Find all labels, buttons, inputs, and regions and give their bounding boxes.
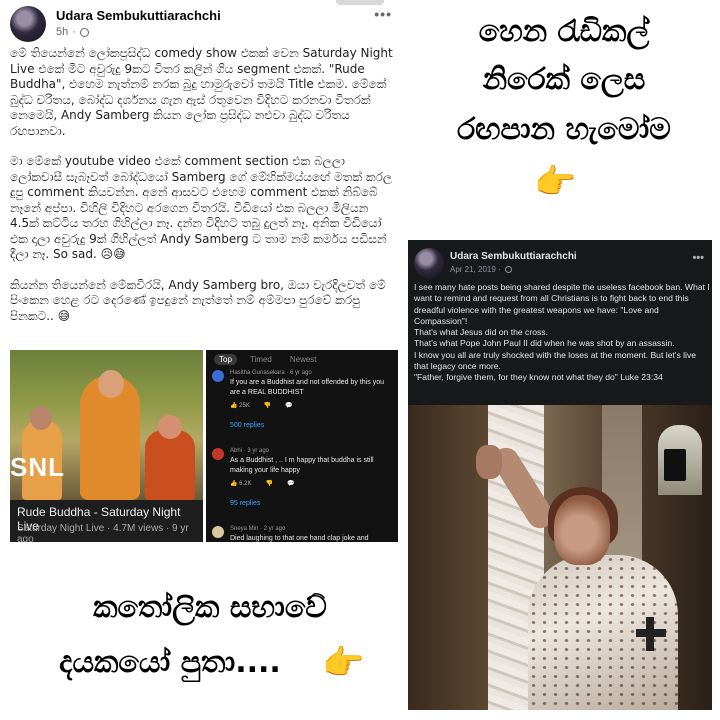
- replies-link[interactable]: 95 replies: [230, 500, 260, 507]
- caption-left-line2: දයකයෝ පුතා....: [59, 645, 281, 680]
- post-paragraph-2: මා මේකේ youtube video එකේ comment sectio…: [10, 154, 393, 261]
- post-header: Udara Sembukuttiarachchi 5h · •••: [10, 6, 400, 42]
- like-count: 6.2K: [239, 481, 252, 487]
- comment-sort-tabs: Top Timed Newest: [214, 354, 322, 365]
- post-line-3: That's what Pope John Paul II did when h…: [414, 338, 675, 349]
- more-options-button[interactable]: •••: [692, 252, 704, 264]
- avatar[interactable]: [212, 370, 224, 382]
- more-options-button[interactable]: •••: [374, 6, 392, 22]
- tab-newest[interactable]: Newest: [285, 354, 322, 365]
- top-drag-handle: [336, 0, 384, 5]
- post-text: මේ තියෙන්නේ ලෝකප්‍රසිද්ධ comedy show එකක…: [10, 46, 398, 339]
- post-time: 5h ·: [56, 26, 89, 38]
- video-thumbnail[interactable]: SNL: [10, 350, 203, 500]
- pointing-hand-icon: 👉: [322, 643, 365, 683]
- post-line-1: I see many hate posts being shared despi…: [414, 282, 710, 326]
- caption-right-line2: නිරෙක් ලෙස: [482, 62, 646, 97]
- comment-item: Abhi · 3 yr ago As a Buddhist , .. I m h…: [212, 448, 394, 518]
- comment-author[interactable]: Hasitha Gunasekara · 6 yr ago: [230, 370, 312, 376]
- tab-timed[interactable]: Timed: [245, 354, 277, 365]
- reply-icon[interactable]: 💬: [287, 480, 294, 487]
- caption-right-line3: රඟපාන හැමෝම: [457, 112, 671, 147]
- tab-top[interactable]: Top: [214, 354, 237, 365]
- avatar[interactable]: [212, 448, 224, 460]
- youtube-comments-panel: Top Timed Newest Hasitha Gunasekara · 6 …: [206, 350, 398, 542]
- post-line-2: That's what Jesus did on the cross.: [414, 327, 548, 338]
- globe-icon: [79, 27, 89, 37]
- avatar[interactable]: [10, 6, 46, 42]
- comment-item: Hasitha Gunasekara · 6 yr ago If you are…: [212, 370, 394, 450]
- post-time-text: Apr 21, 2019 ·: [450, 265, 501, 274]
- reply-icon[interactable]: 💬: [285, 402, 292, 409]
- snl-logo: SNL: [10, 452, 65, 482]
- post-time: Apr 21, 2019 ·: [450, 265, 512, 274]
- comment-text: As a Buddhist , .. I m happy that buddha…: [230, 457, 374, 474]
- post-time-text: 5h: [56, 26, 69, 38]
- author-name[interactable]: Udara Sembukuttiarachchi: [450, 251, 577, 262]
- post-line-4: I know you all are truly shocked with th…: [414, 349, 697, 372]
- avatar[interactable]: [414, 248, 444, 278]
- dislike-icon[interactable]: 👎: [264, 402, 271, 409]
- comment-author[interactable]: Abhi · 3 yr ago: [230, 448, 269, 454]
- comment-actions: 👍 25K 👎 💬: [230, 402, 293, 409]
- caption-left-line1: කතෝලික සභාවේ: [93, 590, 327, 625]
- comment-item: Sneya Min · 2 yr ago Died laughing to th…: [212, 526, 394, 542]
- pointing-hand-icon: 👉: [534, 162, 577, 202]
- comment-text: Died laughing to that one hand clap joke…: [230, 535, 369, 542]
- statue-photo[interactable]: [408, 405, 712, 710]
- caption-right-line1: හෙන රැඩිකල්: [478, 14, 650, 49]
- post-text: I see many hate posts being shared despi…: [414, 282, 710, 384]
- post-paragraph-1: මේ තියෙන්නේ ලෝකප්‍රසිද්ධ comedy show එකක…: [10, 46, 393, 138]
- youtube-video-card[interactable]: SNL Rude Buddha - Saturday Night Live Sa…: [10, 350, 203, 542]
- left-facebook-post: Udara Sembukuttiarachchi 5h · ••• මේ තිය…: [0, 0, 404, 555]
- video-meta: Saturday Night Live · 4.7M views · 9 yr …: [17, 523, 189, 542]
- like-button[interactable]: 👍 6.2K: [230, 480, 251, 487]
- post-paragraph-3: කියන්න තියෙන්නේ මේකවිරයි, Andy Samberg b…: [10, 277, 386, 323]
- like-button[interactable]: 👍 25K: [230, 402, 250, 409]
- avatar[interactable]: [212, 526, 224, 538]
- comment-author[interactable]: Sneya Min · 2 yr ago: [230, 526, 285, 532]
- comment-text: If you are a Buddhist and not offended b…: [230, 379, 384, 396]
- dislike-icon[interactable]: 👎: [265, 480, 272, 487]
- replies-link[interactable]: 500 replies: [230, 422, 264, 429]
- comment-actions: 👍 6.2K 👎 💬: [230, 480, 294, 487]
- like-count: 25K: [239, 403, 250, 409]
- right-facebook-post: Udara Sembukuttiarachchi Apr 21, 2019 · …: [408, 240, 712, 710]
- post-line-5: "Father, forgive them, for they know not…: [414, 372, 663, 383]
- author-name[interactable]: Udara Sembukuttiarachchi: [56, 8, 221, 23]
- globe-icon: [504, 266, 512, 273]
